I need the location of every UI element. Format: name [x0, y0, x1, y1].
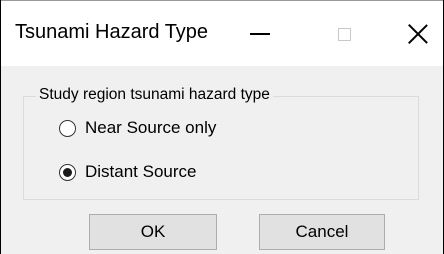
window-title: Tsunami Hazard Type [15, 21, 209, 43]
maximize-icon [337, 27, 351, 41]
radio-label-distant-source: Distant Source [85, 162, 197, 181]
tsunami-hazard-type-dialog: Tsunami Hazard Type Study region tsunami… [0, 0, 444, 254]
minimize-icon [250, 33, 270, 35]
radio-label-near-source-only: Near Source only [85, 118, 217, 137]
radio-selected-dot-icon [63, 167, 72, 177]
maximize-button [319, 15, 369, 53]
radio-distant-source[interactable]: Distant Source [59, 160, 197, 184]
close-button[interactable] [393, 15, 443, 53]
hazard-type-groupbox [23, 96, 419, 200]
radio-button-icon[interactable] [59, 119, 76, 137]
radio-near-source-only[interactable]: Near Source only [59, 116, 216, 140]
cancel-button[interactable]: Cancel [259, 214, 385, 250]
minimize-button[interactable] [235, 15, 285, 53]
close-icon [407, 23, 429, 45]
radio-button-selected-icon[interactable] [59, 163, 76, 181]
title-bar[interactable]: Tsunami Hazard Type [1, 0, 443, 66]
groupbox-legend: Study region tsunami hazard type [36, 86, 273, 104]
ok-button[interactable]: OK [89, 214, 217, 250]
